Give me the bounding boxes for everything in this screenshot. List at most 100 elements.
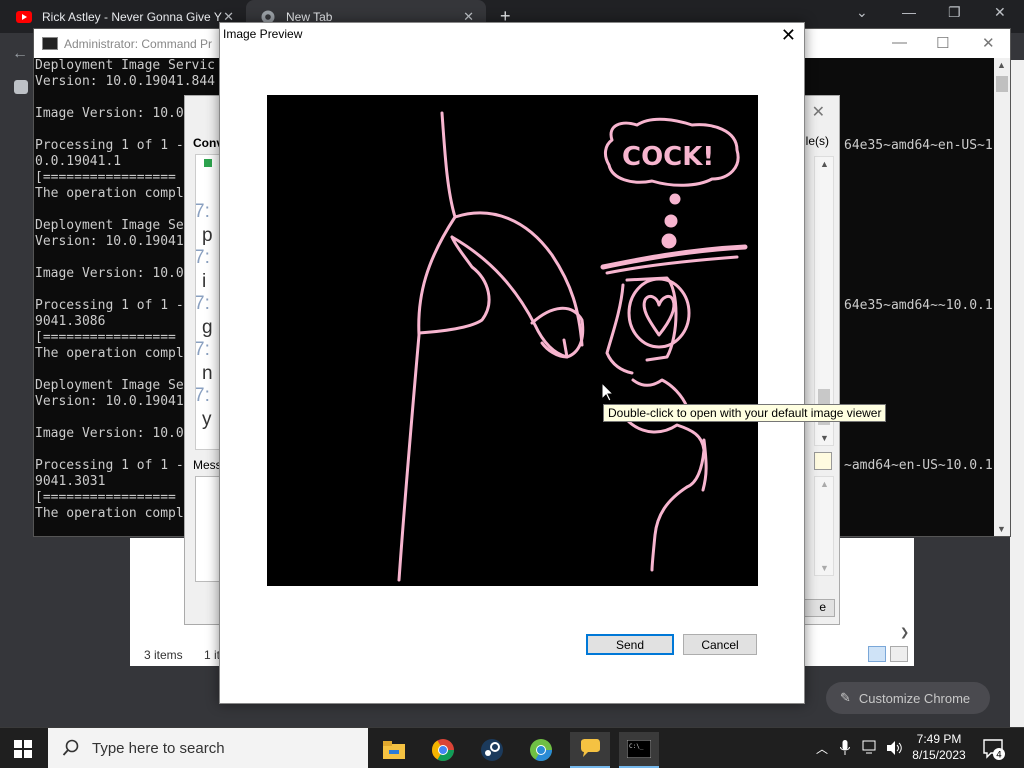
pink-drawing: COCK! [397,111,748,582]
cmd-line: [================= [35,490,176,505]
cmd-line: Deployment Image Se [35,378,184,393]
taskbar-search[interactable]: Type here to search [48,728,368,768]
item-count: 3 items [144,648,183,662]
minimize-icon[interactable]: — [902,4,916,20]
drawing-text: COCK! [622,142,714,172]
scroll-up-icon[interactable]: ▲ [997,60,1006,70]
extension-icon[interactable] [14,80,28,94]
system-clock[interactable]: 7:49 PM 8/15/2023 [906,731,972,763]
chevron-down-icon[interactable]: ⌄ [856,4,868,21]
message-input[interactable] [195,476,221,582]
message-label: Mess [193,458,222,472]
image-tooltip: Double-click to open with your default i… [603,404,887,422]
send-button[interactable]: Send [586,634,674,655]
chrome-canary-taskbar-icon[interactable] [521,732,561,768]
cmd-line-right: ~amd64~en-US~10.0.1 [844,458,993,473]
clock-date: 8/15/2023 [912,748,966,762]
microphone-icon[interactable] [840,728,850,768]
cmd-line: Processing 1 of 1 - [35,138,184,153]
cmd-line: Image Version: 10.0 [35,266,184,281]
scroll-up-icon[interactable]: ▲ [820,159,829,169]
cmd-line: Version: 10.0.19041 [35,394,184,409]
file-explorer-taskbar-icon[interactable] [374,732,414,768]
chat-message: y [202,409,212,430]
cmd-line-right: 64e35~amd64~en-US~1 [844,138,993,153]
cmd-taskbar-icon[interactable]: C:\_ [619,732,659,768]
cmd-line: Image Version: 10.0 [35,426,184,441]
cmd-line-right: 64e35~amd64~~10.0.1 [844,298,993,313]
pencil-icon: ✎ [840,690,851,705]
chat-timestamp: 7: [195,201,210,222]
maximize-icon[interactable]: ☐ [936,34,949,52]
close-icon[interactable]: ✕ [994,4,1006,21]
mouse-cursor-icon [602,383,614,402]
cmd-scrollbar[interactable]: ▲ ▼ [994,58,1010,536]
notification-center-icon[interactable]: 4 [983,738,1005,761]
cmd-line: 9041.3031 [35,474,106,489]
cmd-line: Version: 10.0.19041 [35,234,184,249]
chevron-up-icon[interactable]: ︿ [816,728,828,768]
close-icon[interactable]: ✕ [781,25,796,46]
youtube-icon [16,9,32,25]
chrome-scrollbar[interactable] [1010,60,1024,727]
notification-count: 4 [996,751,1002,761]
cmd-line: Processing 1 of 1 - [35,458,184,473]
conversation-log[interactable]: 7: p 7: i 7: g 7: n 7: y [195,154,221,450]
preview-image[interactable]: COCK! [267,95,758,586]
customize-chrome-label: Customize Chrome [858,690,971,706]
message-scrollbar[interactable]: ▲ ▼ [814,476,834,576]
cmd-line: [================= [35,170,176,185]
maximize-icon[interactable]: ❐ [948,4,961,21]
chat-message: p [202,225,213,246]
cmd-line: Deployment Image Se [35,218,184,233]
search-placeholder: Type here to search [92,739,225,757]
back-arrow-icon[interactable]: ← [12,45,28,63]
cmd-line: Version: 10.0.19041.844 [35,74,216,89]
large-icons-view-icon[interactable] [890,646,908,662]
cmd-line: Image Version: 10.0 [35,106,184,121]
cmd-line: [================= [35,330,176,345]
minimize-icon[interactable]: — [892,34,907,51]
cmd-line: The operation compl [35,506,184,521]
volume-icon[interactable] [886,728,904,768]
chat-timestamp: 7: [195,293,210,314]
chat-message: n [202,363,213,384]
customize-chrome-button[interactable]: ✎ Customize Chrome [826,682,990,714]
cancel-button[interactable]: Cancel [683,634,757,655]
search-icon [62,739,79,756]
cmd-line: The operation compl [35,346,184,361]
taskbar: Type here to search C:\_ ︿ 7:49 PM 8/15/… [0,728,1024,768]
cmd-line: Deployment Image Servic [35,58,216,73]
cmd-line: Processing 1 of 1 - [35,298,184,313]
tab-title: Rick Astley - Never Gonna Give Y [42,9,222,24]
scroll-down-icon[interactable]: ▼ [820,563,829,573]
chat-timestamp: 7: [195,385,210,406]
edit-icon[interactable] [814,452,832,470]
close-icon[interactable]: ✕ [812,102,825,122]
chat-message: g [202,317,213,338]
steam-taskbar-icon[interactable] [472,732,512,768]
scroll-down-icon[interactable]: ▼ [997,524,1006,534]
cmd-line: 9041.3086 [35,314,106,329]
windows-start-icon[interactable] [14,740,32,758]
scroll-up-icon[interactable]: ▲ [820,479,829,489]
svg-text:C:\_: C:\_ [629,743,644,750]
details-view-icon[interactable] [868,646,886,662]
cmd-icon [42,37,58,50]
files-scrollbar[interactable]: ▲ ▼ [814,156,834,446]
chat-timestamp: 7: [195,339,210,360]
network-icon[interactable] [862,728,880,768]
chat-app-taskbar-icon[interactable] [570,732,610,768]
cmd-title: Administrator: Command Pr [64,36,213,51]
scroll-down-icon[interactable]: ▼ [820,433,829,443]
close-icon[interactable]: ✕ [982,34,995,52]
chat-timestamp: 7: [195,247,210,268]
selected-count: 1 it [204,648,221,662]
cmd-line: The operation compl [35,186,184,201]
chat-message: i [202,271,207,292]
chrome-taskbar-icon[interactable] [423,732,463,768]
dialog-title: Image Preview [223,27,303,41]
image-preview-dialog: Image Preview ✕ COCK! Send Cancel [219,22,805,704]
chevron-right-icon[interactable]: ❯ [900,626,909,639]
scroll-thumb[interactable] [996,76,1008,92]
